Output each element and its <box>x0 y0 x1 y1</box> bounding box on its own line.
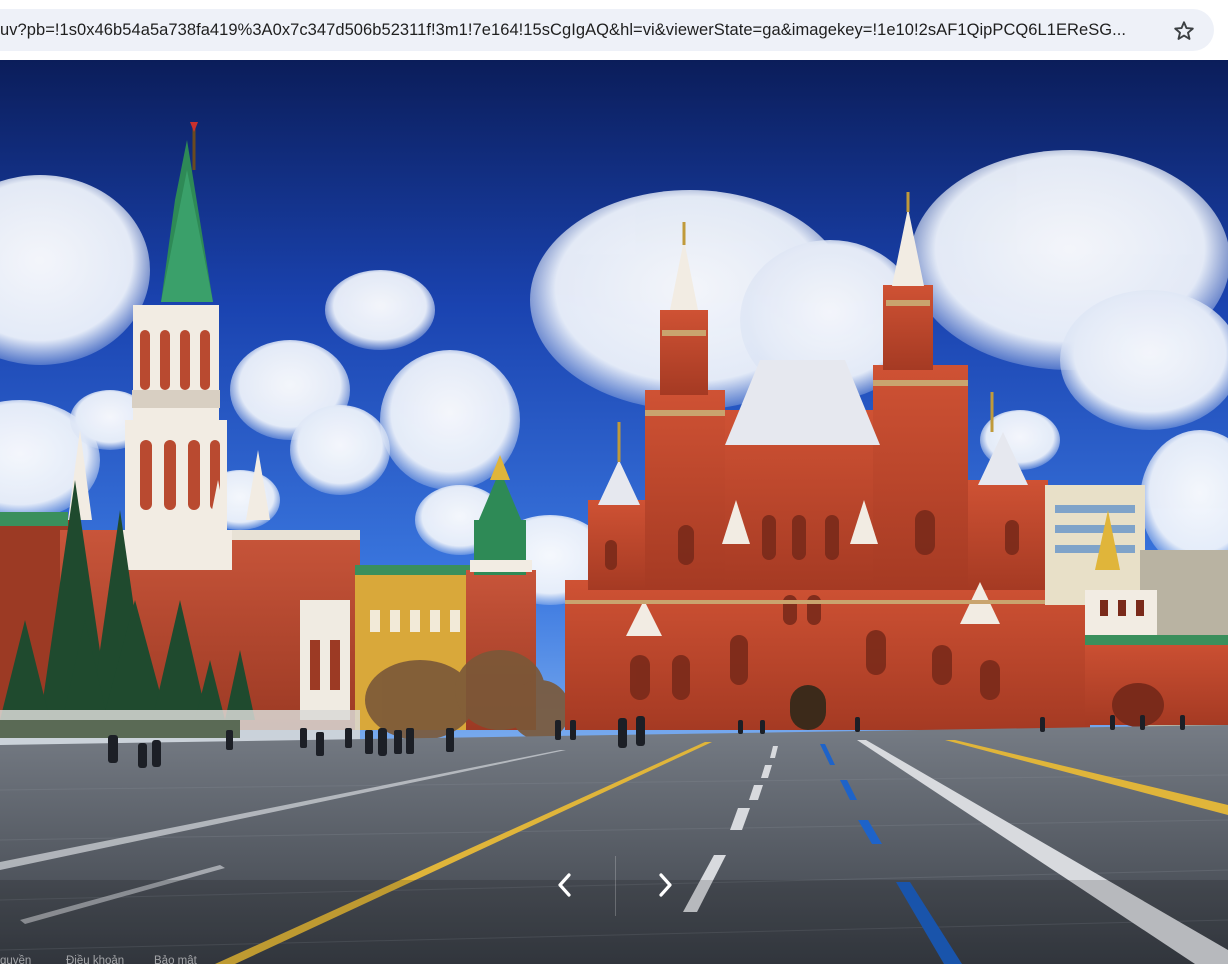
footer-link-rights[interactable]: quyền <box>0 955 31 964</box>
footer-link-terms[interactable]: Điều khoản <box>66 955 124 964</box>
nav-divider <box>615 856 616 916</box>
chevron-right-icon <box>654 871 676 904</box>
chevron-left-icon <box>554 871 576 904</box>
next-photo-button[interactable] <box>636 858 694 916</box>
footer-link-privacy[interactable]: Bảo mật <box>154 955 197 964</box>
url-text[interactable]: uv?pb=!1s0x46b54a5a738fa419%3A0x7c347d50… <box>0 9 1160 51</box>
photo-red-square <box>0 60 1228 964</box>
previous-photo-button[interactable] <box>536 858 594 916</box>
address-bar[interactable]: uv?pb=!1s0x46b54a5a738fa419%3A0x7c347d50… <box>0 9 1214 51</box>
browser-toolbar: uv?pb=!1s0x46b54a5a738fa419%3A0x7c347d50… <box>0 0 1228 60</box>
viewer-window: uv?pb=!1s0x46b54a5a738fa419%3A0x7c347d50… <box>0 0 1228 964</box>
star-outline-icon[interactable] <box>1172 19 1196 43</box>
